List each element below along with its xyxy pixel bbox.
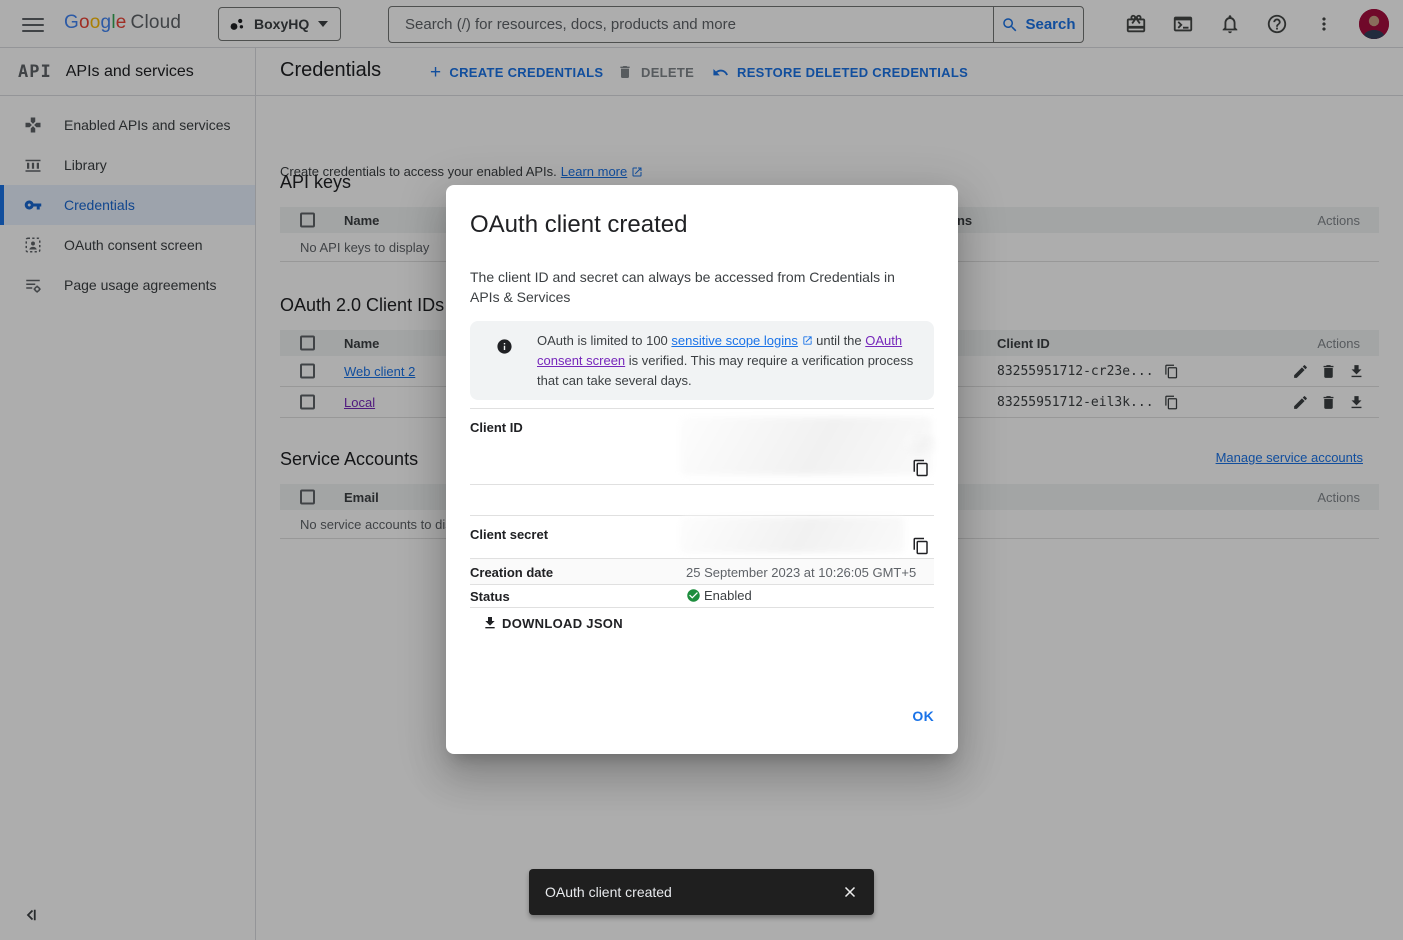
close-icon[interactable] [841,883,859,901]
status-row: Status Enabled [470,585,934,608]
dialog-body-text: The client ID and secret can always be a… [470,267,922,307]
ok-button[interactable]: OK [912,708,934,724]
client-secret-label: Client secret [470,527,548,542]
oauth-client-created-dialog: OAuth client created The client ID and s… [446,185,958,754]
info-text-segment: OAuth is limited to 100 [537,333,671,348]
check-circle-icon [686,588,701,603]
external-link-icon [802,335,813,346]
toast-message: OAuth client created [545,884,841,900]
google-cloud-console: GoogleCloud BoxyHQ Search AP [0,0,1403,940]
info-banner: OAuth is limited to 100 sensitive scope … [470,321,934,400]
download-json-button[interactable]: DOWNLOAD JSON [482,615,623,631]
creation-date-value: 25 September 2023 at 10:26:05 GMT+5 [686,565,916,580]
sensitive-scope-logins-link[interactable]: sensitive scope logins [671,333,797,348]
spacer-row [470,485,934,516]
toast-snackbar: OAuth client created [529,869,874,915]
copy-icon[interactable] [912,537,930,555]
info-banner-text: OAuth is limited to 100 sensitive scope … [537,331,929,391]
status-value: Enabled [704,588,752,603]
download-icon [482,615,498,631]
status-cell: Enabled [686,588,752,603]
creation-date-row: Creation date 25 September 2023 at 10:26… [470,559,934,585]
client-id-label: Client ID [470,420,523,435]
status-label: Status [470,589,510,604]
info-icon [496,338,513,355]
dialog-title: OAuth client created [470,211,687,239]
download-json-label: DOWNLOAD JSON [502,616,623,631]
client-secret-redacted-value [680,517,904,553]
client-id-redacted-value [905,436,935,454]
creation-date-label: Creation date [470,565,553,580]
client-id-redacted-value [680,417,932,475]
copy-icon[interactable] [912,459,930,477]
info-text-segment: until the [813,333,866,348]
